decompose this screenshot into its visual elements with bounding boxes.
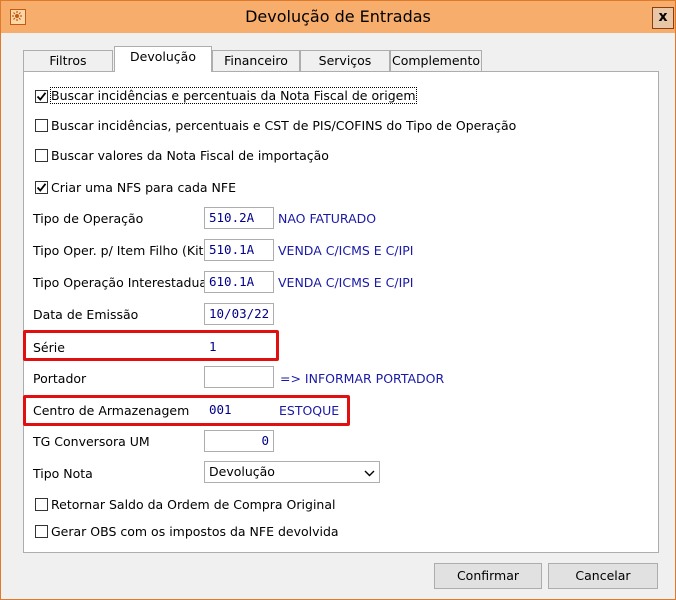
close-button[interactable]: x [652, 7, 674, 29]
dialog-window: Devolução de Entradas x Filtros Devoluçã… [0, 0, 676, 600]
tipo-operacao-interestadual-desc: VENDA C/ICMS E C/IPI [278, 275, 414, 290]
tab-devolucao[interactable]: Devolução [114, 46, 212, 72]
centro-armazenagem-input[interactable]: 001 [204, 399, 274, 421]
label-tg-conversora: TG Conversora UM [33, 434, 150, 449]
tab-servicos[interactable]: Serviços [300, 50, 390, 71]
tab-filtros[interactable]: Filtros [23, 50, 113, 71]
checkbox-label[interactable]: Buscar valores da Nota Fiscal de importa… [51, 148, 329, 163]
label-tipo-operacao-interestadual: Tipo Operação Interestadual [33, 275, 211, 290]
tipo-oper-item-filho-input[interactable]: 510.1A [204, 239, 274, 261]
tipo-nota-selected: Devolução [209, 464, 275, 479]
checkbox-label[interactable]: Buscar incidências e percentuais da Nota… [50, 87, 417, 104]
checkbox-buscar-valores-importacao[interactable] [35, 149, 48, 162]
checkbox-criar-nfs[interactable] [35, 181, 48, 194]
label-portador: Portador [33, 371, 87, 386]
checkbox-label[interactable]: Buscar incidências, percentuais e CST de… [51, 118, 516, 133]
portador-desc: => INFORMAR PORTADOR [280, 371, 445, 386]
checkbox-retornar-saldo[interactable] [35, 498, 48, 511]
tipo-nota-select[interactable]: Devolução [204, 461, 380, 483]
label-centro-armazenagem: Centro de Armazenagem [33, 403, 190, 418]
tipo-operacao-desc: NAO FATURADO [278, 211, 377, 226]
tab-financeiro[interactable]: Financeiro [212, 50, 300, 71]
centro-armazenagem-desc: ESTOQUE [279, 403, 340, 418]
label-data-emissao: Data de Emissão [33, 307, 139, 322]
checkbox-label[interactable]: Gerar OBS com os impostos da NFE devolvi… [51, 524, 339, 539]
serie-input[interactable]: 1 [204, 336, 274, 358]
chevron-down-icon [364, 465, 375, 485]
title-bar[interactable]: Devolução de Entradas x [1, 1, 675, 33]
checkbox-label[interactable]: Criar uma NFS para cada NFE [51, 180, 236, 195]
tipo-operacao-input[interactable]: 510.2A [204, 207, 274, 229]
data-emissao-input[interactable]: 10/03/22 [204, 303, 274, 325]
checkbox-label[interactable]: Retornar Saldo da Ordem de Compra Origin… [51, 497, 335, 512]
tipo-oper-item-filho-desc: VENDA C/ICMS E C/IPI [278, 243, 414, 258]
window-title: Devolução de Entradas [245, 7, 431, 26]
confirm-button[interactable]: Confirmar [434, 563, 542, 589]
label-tipo-operacao: Tipo de Operação [33, 211, 144, 226]
label-tipo-nota: Tipo Nota [33, 466, 93, 481]
tab-complemento[interactable]: Complemento [390, 50, 482, 71]
checkbox-buscar-pis-cofins[interactable] [35, 119, 48, 132]
close-icon: x [658, 9, 668, 25]
tg-conversora-input[interactable]: 0 [204, 430, 274, 452]
cancel-button[interactable]: Cancelar [548, 563, 658, 589]
portador-input[interactable] [204, 366, 274, 388]
checkbox-buscar-incidencias-nf-origem[interactable] [35, 90, 48, 103]
tipo-operacao-interestadual-input[interactable]: 610.1A [204, 271, 274, 293]
checkbox-gerar-obs[interactable] [35, 525, 48, 538]
label-tipo-oper-item-filho: Tipo Oper. p/ Item Filho (Kit) [33, 243, 209, 258]
label-serie: Série [33, 340, 65, 355]
